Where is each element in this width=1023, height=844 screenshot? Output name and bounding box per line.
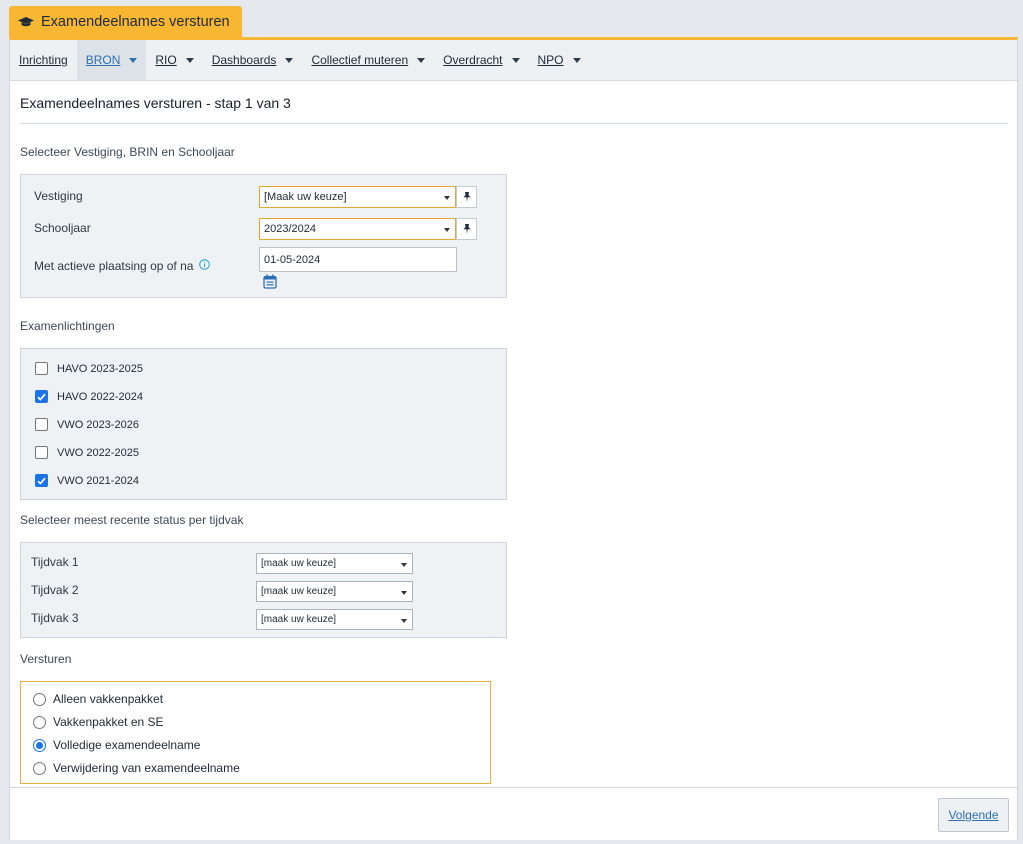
examenlichtingen-heading: Examenlichtingen [20,319,115,333]
menu-overdracht[interactable]: Overdracht [434,40,528,80]
selection-panel: Vestiging [Maak uw keuze] Schooljaar 202… [20,174,507,298]
dropdown-arrow-icon [401,563,407,567]
radio-button[interactable] [33,738,46,752]
menu-dashboards[interactable]: Dashboards [203,40,303,80]
vestiging-select[interactable]: [Maak uw keuze] [259,186,456,208]
menu-bron-label: BRON [85,53,121,67]
vestiging-label: Vestiging [34,189,83,203]
versturen-option[interactable]: Verwijdering van examendeelname [33,761,240,775]
menu-overdracht-label: Overdracht [443,53,503,67]
menu-rio[interactable]: RIO [146,40,202,80]
versturen-option-label: Vakkenpakket en SE [53,715,164,729]
pin-icon [462,224,471,234]
main-frame: Inrichting BRON RIO Dashboards Collectie… [9,37,1018,840]
radio-button[interactable] [33,692,46,706]
examenlichting-item[interactable]: VWO 2023-2026 [35,418,139,431]
tijdvak-select[interactable]: [maak uw keuze] [256,609,413,630]
examenlichting-item[interactable]: VWO 2022-2025 [35,446,139,459]
pin-icon [462,192,471,202]
chevron-down-icon [185,57,194,63]
radio-button[interactable] [33,761,46,775]
tijdvak-heading: Selecteer meest recente status per tijdv… [20,513,244,527]
examenlichting-item[interactable]: VWO 2021-2024 [35,474,139,487]
tijdvak-value: [maak uw keuze] [261,586,337,597]
tijdvak-label: Tijdvak 1 [31,555,79,569]
checkbox[interactable] [35,362,48,375]
menu-collectief-muteren[interactable]: Collectief muteren [302,40,434,80]
versturen-option[interactable]: Vakkenpakket en SE [33,715,164,729]
examenlichting-item[interactable]: HAVO 2022-2024 [35,390,143,403]
checkmark-icon [37,393,46,401]
selection-heading: Selecteer Vestiging, BRIN en Schooljaar [20,145,235,159]
chevron-down-icon [129,57,138,63]
divider [20,123,1008,124]
footer-bar: Volgende [10,787,1017,840]
checkbox[interactable] [35,390,48,403]
examenlichting-label: VWO 2023-2026 [57,418,139,431]
dropdown-arrow-icon [444,228,450,232]
menu-dashboards-label: Dashboards [211,53,277,67]
tijdvak-value: [maak uw keuze] [261,614,337,625]
vestiging-value: [Maak uw keuze] [264,191,347,203]
dropdown-arrow-icon [401,619,407,623]
radio-button[interactable] [33,715,46,729]
checkmark-icon [37,477,46,485]
chevron-down-icon [511,57,520,63]
info-icon[interactable] [198,259,210,270]
tijdvak-select[interactable]: [maak uw keuze] [256,553,413,574]
vestiging-pin-button[interactable] [456,186,477,208]
tijdvak-select[interactable]: [maak uw keuze] [256,581,413,602]
plaatsing-label: Met actieve plaatsing op of na [34,259,210,273]
tijdvak-label: Tijdvak 2 [31,583,79,597]
examenlichting-label: VWO 2022-2025 [57,446,139,459]
window-tab-title: Examendeelnames versturen [41,13,230,30]
graduation-cap-icon [18,16,34,26]
menu-npo-label: NPO [537,53,564,67]
examenlichting-label: HAVO 2023-2025 [57,362,144,375]
versturen-option[interactable]: Volledige examendeelname [33,738,200,752]
tijdvak-value: [maak uw keuze] [261,558,337,569]
schooljaar-select[interactable]: 2023/2024 [259,218,456,240]
chevron-down-icon [417,57,426,63]
menu-rio-label: RIO [155,53,177,67]
menu-bron[interactable]: BRON [76,40,147,80]
schooljaar-pin-button[interactable] [456,218,477,240]
versturen-option[interactable]: Alleen vakkenpakket [33,692,163,706]
menu-inrichting-label: Inrichting [19,53,68,67]
schooljaar-value: 2023/2024 [264,223,316,235]
versturen-option-label: Volledige examendeelname [53,738,201,752]
examenlichtingen-panel: HAVO 2023-2025 HAVO 2022-2024 VWO 2023-2… [20,348,507,500]
chevron-down-icon [572,57,581,63]
calendar-icon[interactable] [263,274,277,289]
next-button[interactable]: Volgende [938,798,1009,832]
checkbox[interactable] [35,446,48,459]
examenlichting-item[interactable]: HAVO 2023-2025 [35,362,143,375]
menu-collectief-muteren-label: Collectief muteren [311,53,409,67]
checkbox[interactable] [35,474,48,487]
examenlichting-label: HAVO 2022-2024 [57,390,144,403]
dropdown-arrow-icon [401,591,407,595]
schooljaar-label: Schooljaar [34,221,91,235]
versturen-heading: Versturen [20,652,72,666]
window-tab[interactable]: Examendeelnames versturen [9,6,242,37]
versturen-option-label: Alleen vakkenpakket [53,692,164,706]
menu-inrichting[interactable]: Inrichting [10,40,77,80]
versturen-panel: Alleen vakkenpakket Vakkenpakket en SE V… [20,681,491,784]
plaatsing-date-value: 01-05-2024 [264,253,321,266]
examenlichting-label: VWO 2021-2024 [57,474,139,487]
checkbox[interactable] [35,418,48,431]
tijdvak-label: Tijdvak 3 [31,611,79,625]
tijdvak-panel: Tijdvak 1 [maak uw keuze] Tijdvak 2 [maa… [20,542,507,638]
plaatsing-label-text: Met actieve plaatsing op of na [34,259,194,273]
plaatsing-date-input[interactable]: 01-05-2024 [259,247,457,272]
menu-npo[interactable]: NPO [529,40,590,80]
chevron-down-icon [285,57,294,63]
dropdown-arrow-icon [444,196,450,200]
page-title: Examendeelnames versturen - stap 1 van 3 [20,95,291,111]
versturen-option-label: Verwijdering van examendeelname [53,761,240,775]
menu-bar: Inrichting BRON RIO Dashboards Collectie… [10,40,1017,81]
